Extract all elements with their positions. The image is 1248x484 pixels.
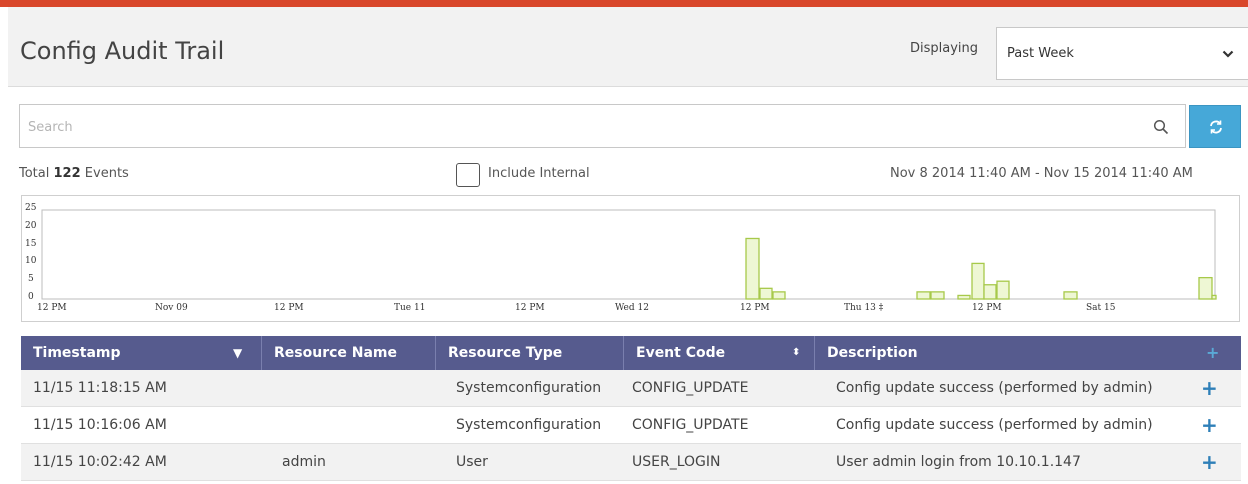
- chart-bar[interactable]: [930, 291, 945, 300]
- chart-bar[interactable]: [957, 294, 971, 300]
- x-tick-label: 12 PM: [274, 303, 304, 313]
- column-header-resource-name[interactable]: Resource Name: [262, 336, 436, 370]
- refresh-button[interactable]: [1189, 105, 1241, 148]
- time-range-value: Past Week: [1007, 46, 1074, 61]
- total-count: 122: [53, 166, 81, 181]
- column-label-resource-name: Resource Name: [274, 345, 398, 361]
- cell-event-code: CONFIG_UPDATE: [632, 417, 749, 433]
- plus-icon[interactable]: +: [1201, 452, 1218, 472]
- total-prefix: Total: [19, 166, 50, 181]
- chart-bar[interactable]: [745, 237, 760, 300]
- time-range-select[interactable]: Past Week: [996, 27, 1248, 80]
- chart-plot-frame: [41, 209, 1216, 300]
- column-header-description[interactable]: Description: [815, 336, 1241, 370]
- column-header-event-code[interactable]: Event Code ⬍: [624, 336, 815, 370]
- include-internal-checkbox[interactable]: [456, 163, 480, 187]
- cell-timestamp: 11/15 11:18:15 AM: [33, 380, 167, 396]
- column-header-timestamp[interactable]: Timestamp ▼: [21, 336, 262, 370]
- events-chart: 25 20 15 10 5 0 12 PM Nov 09 12 PM Tue 11 12 PM We…: [21, 195, 1240, 322]
- chevron-down-icon: [1222, 50, 1234, 58]
- cell-description: Config update success (performed by admi…: [836, 380, 1153, 396]
- sort-desc-icon[interactable]: ▼: [233, 336, 242, 370]
- y-tick-label: 5: [28, 274, 34, 285]
- y-tick-label: 20: [25, 220, 37, 231]
- cell-description: Config update success (performed by admi…: [836, 417, 1153, 433]
- chart-bar[interactable]: [971, 262, 985, 300]
- cell-description: User admin login from 10.10.1.147: [836, 454, 1081, 470]
- x-tick-label: Thu 13 ‡: [844, 303, 884, 313]
- plus-icon[interactable]: +: [1201, 378, 1218, 398]
- cell-event-code: CONFIG_UPDATE: [632, 380, 749, 396]
- chart-bar[interactable]: [996, 280, 1010, 300]
- include-internal-label: Include Internal: [488, 166, 590, 181]
- table-header: Timestamp ▼ Resource Name Resource Type …: [21, 336, 1241, 370]
- refresh-icon: [1210, 120, 1222, 134]
- cell-timestamp: 11/15 10:16:06 AM: [33, 417, 167, 433]
- x-tick-label: 12 PM: [37, 303, 67, 313]
- top-accent-bar: [0, 0, 1248, 7]
- column-label-description: Description: [827, 345, 918, 361]
- cell-resource-type: Systemconfiguration: [456, 417, 602, 433]
- chart-bar[interactable]: [772, 291, 786, 300]
- y-tick-label: 0: [28, 292, 34, 302]
- page-header: Config Audit Trail Displaying Past Week: [8, 7, 1248, 87]
- x-tick-label: Sat 15: [1086, 303, 1116, 313]
- cell-resource-type: User: [456, 454, 488, 470]
- column-header-resource-type[interactable]: Resource Type: [436, 336, 624, 370]
- y-tick-label: 10: [25, 256, 37, 267]
- column-label-resource-type: Resource Type: [448, 345, 563, 361]
- cell-resource-name: admin: [282, 454, 326, 470]
- total-events: Total 122 Events: [19, 166, 129, 181]
- search-icon[interactable]: [1153, 119, 1169, 135]
- plus-icon[interactable]: +: [1201, 415, 1218, 435]
- x-tick-label: 12 PM: [515, 303, 545, 313]
- chart-bar[interactable]: [1211, 294, 1217, 300]
- search-input[interactable]: [28, 117, 1128, 137]
- x-tick-label: Nov 09: [155, 303, 188, 313]
- page-title: Config Audit Trail: [20, 37, 225, 65]
- cell-timestamp: 11/15 10:02:42 AM: [33, 454, 167, 470]
- table-row[interactable]: 11/15 11:18:15 AM Systemconfiguration CO…: [21, 370, 1241, 407]
- x-tick-label: 12 PM: [740, 303, 770, 313]
- cell-event-code: USER_LOGIN: [632, 454, 721, 470]
- x-tick-label: Wed 12: [615, 303, 649, 313]
- chart-bar[interactable]: [759, 287, 773, 300]
- cell-resource-type: Systemconfiguration: [456, 380, 602, 396]
- column-label-timestamp: Timestamp: [33, 345, 121, 361]
- table-row[interactable]: 11/15 10:16:06 AM Systemconfiguration CO…: [21, 407, 1241, 444]
- plus-icon[interactable]: +: [1206, 345, 1219, 361]
- audit-table: Timestamp ▼ Resource Name Resource Type …: [21, 336, 1241, 481]
- displaying-label: Displaying: [910, 41, 979, 56]
- sort-updown-icon[interactable]: ⬍: [792, 336, 800, 370]
- date-range: Nov 8 2014 11:40 AM - Nov 15 2014 11:40 …: [890, 166, 1193, 181]
- search-box: [19, 104, 1186, 148]
- x-tick-label: Tue 11: [394, 303, 426, 313]
- chart-bar[interactable]: [916, 291, 931, 300]
- table-row[interactable]: 11/15 10:02:42 AM admin User USER_LOGIN …: [21, 444, 1241, 481]
- chart-bar[interactable]: [983, 284, 997, 300]
- x-tick-label: 12 PM: [972, 303, 1002, 313]
- column-label-event-code: Event Code: [636, 345, 726, 361]
- y-tick-label: 15: [25, 238, 37, 249]
- chart-bar[interactable]: [1198, 276, 1213, 300]
- chart-bar[interactable]: [1063, 291, 1078, 300]
- y-tick-label: 25: [25, 203, 37, 213]
- total-suffix: Events: [84, 166, 129, 181]
